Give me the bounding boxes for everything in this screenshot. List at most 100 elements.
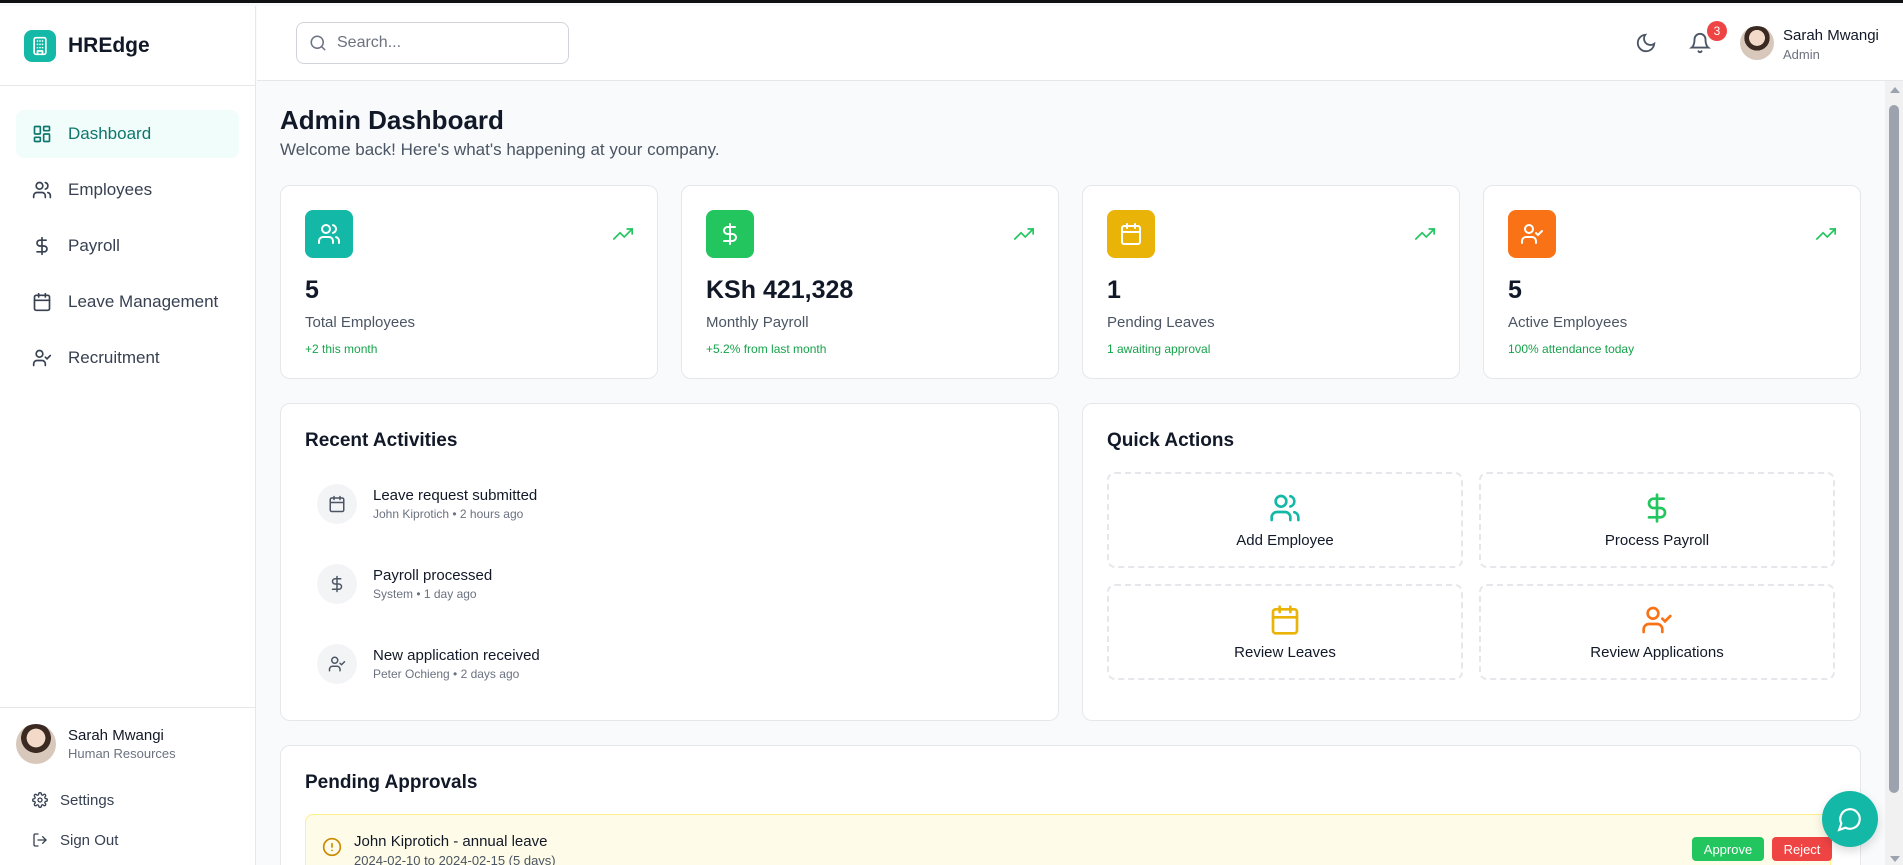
- stat-change: 100% attendance today: [1508, 342, 1635, 356]
- log-out-icon: [33, 833, 47, 847]
- dollar-icon: [36, 236, 48, 256]
- stat-value: KSh 421,328: [706, 276, 854, 304]
- sidebar-item-leave-management[interactable]: Leave Management: [16, 278, 239, 326]
- panel-title: Recent Activities: [305, 430, 458, 451]
- sidebar-item-label: Payroll: [68, 236, 120, 255]
- settings-link[interactable]: Settings: [16, 780, 239, 820]
- trending-up-icon: [1014, 228, 1034, 240]
- stat-card-active-employees: 5 Active Employees 100% attendance today: [1483, 185, 1861, 379]
- sidebar-user-name: Sarah Mwangi: [68, 727, 164, 744]
- process-payroll-button[interactable]: Process Payroll: [1479, 472, 1835, 568]
- sign-out-link[interactable]: Sign Out: [16, 820, 239, 860]
- stat-change: +5.2% from last month: [706, 342, 827, 356]
- sidebar-item-label: Recruitment: [68, 348, 160, 367]
- activity-title: New application received: [373, 647, 540, 664]
- app-name: HREdge: [68, 33, 150, 57]
- review-applications-button[interactable]: Review Applications: [1479, 584, 1835, 680]
- quick-action-label: Process Payroll: [1604, 531, 1710, 549]
- quick-action-label: Review Applications: [1590, 643, 1724, 661]
- sidebar-item-dashboard[interactable]: Dashboard: [16, 110, 239, 158]
- dollar-icon: [706, 210, 754, 258]
- stat-label: Pending Leaves: [1107, 314, 1215, 331]
- calendar-icon: [1107, 210, 1155, 258]
- search-box[interactable]: [296, 22, 569, 64]
- activity-meta: John Kiprotich • 2 hours ago: [373, 507, 524, 521]
- gear-icon: [32, 792, 48, 808]
- stat-value: 1: [1107, 276, 1121, 304]
- review-leaves-button[interactable]: Review Leaves: [1107, 584, 1463, 680]
- activity-title: Leave request submitted: [373, 487, 538, 504]
- moon-icon[interactable]: [1635, 32, 1657, 54]
- sidebar-item-label: Employees: [68, 180, 153, 199]
- approval-item: John Kiprotich - annual leave 2024-02-10…: [305, 814, 1832, 865]
- user-check-icon: [317, 644, 357, 684]
- trending-up-icon: [1816, 228, 1836, 240]
- notification-badge: 3: [1707, 21, 1727, 41]
- topbar-user-role: Admin: [1783, 47, 1820, 62]
- reject-button[interactable]: Reject: [1772, 837, 1832, 861]
- sign-out-label: Sign Out: [60, 831, 119, 849]
- activity-item[interactable]: Payroll processed System • 1 day ago: [317, 564, 492, 604]
- sidebar-item-payroll[interactable]: Payroll: [16, 222, 239, 270]
- user-check-icon: [32, 349, 52, 367]
- quick-action-label: Add Employee: [1236, 531, 1334, 549]
- users-icon: [1270, 494, 1300, 521]
- search-input[interactable]: [337, 34, 557, 52]
- quick-actions-panel: Quick Actions Add Employee Process Payro…: [1082, 403, 1861, 721]
- trending-up-icon: [1415, 228, 1435, 240]
- activity-item[interactable]: Leave request submitted John Kiprotich •…: [317, 484, 537, 524]
- stat-label: Active Employees: [1508, 314, 1628, 331]
- trending-up-icon: [613, 228, 633, 240]
- stat-change: +2 this month: [305, 342, 378, 356]
- settings-label: Settings: [60, 791, 115, 809]
- stat-card-monthly-payroll: KSh 421,328 Monthly Payroll +5.2% from l…: [681, 185, 1059, 379]
- chat-button[interactable]: [1822, 791, 1878, 847]
- stat-label: Total Employees: [305, 314, 416, 331]
- activity-meta: System • 1 day ago: [373, 587, 477, 601]
- avatar[interactable]: [1740, 26, 1774, 60]
- recent-activities-panel: Recent Activities Leave request submitte…: [280, 403, 1059, 721]
- sidebar-user[interactable]: Sarah Mwangi Human Resources: [16, 724, 239, 764]
- activity-meta: Peter Ochieng • 2 days ago: [373, 667, 520, 681]
- add-employee-button[interactable]: Add Employee: [1107, 472, 1463, 568]
- sidebar-item-label: Leave Management: [68, 292, 219, 311]
- page-title: Admin Dashboard: [280, 105, 504, 135]
- sidebar: HREdge Dashboard Employees Payroll Leave…: [0, 6, 256, 865]
- calendar-icon: [33, 292, 51, 312]
- sidebar-item-label: Dashboard: [68, 124, 152, 143]
- scroll-down-arrow-icon[interactable]: [1890, 856, 1900, 862]
- sidebar-user-role: Human Resources: [68, 746, 176, 761]
- scrollbar-thumb[interactable]: [1889, 105, 1899, 793]
- layout-dashboard-icon: [33, 125, 51, 143]
- quick-action-label: Review Leaves: [1234, 643, 1336, 661]
- calendar-icon: [1271, 604, 1299, 635]
- scrollbar[interactable]: [1885, 81, 1903, 865]
- stat-label: Monthly Payroll: [706, 314, 809, 331]
- stat-value: 5: [1508, 276, 1522, 304]
- users-icon: [305, 210, 353, 258]
- scroll-up-arrow-icon[interactable]: [1890, 87, 1900, 93]
- chat-bubble-icon: [1837, 808, 1861, 832]
- topbar: 3 Sarah Mwangi Admin: [257, 6, 1903, 81]
- user-check-icon: [1642, 606, 1672, 633]
- approval-dates: 2024-02-10 to 2024-02-15 (5 days): [354, 853, 556, 865]
- stat-card-pending-leaves: 1 Pending Leaves 1 awaiting approval: [1082, 185, 1460, 379]
- avatar: [16, 724, 56, 764]
- approval-title: John Kiprotich - annual leave: [354, 833, 548, 850]
- stat-value: 5: [305, 276, 319, 304]
- building-icon: [24, 29, 56, 62]
- stat-card-total-employees: 5 Total Employees +2 this month: [280, 185, 658, 379]
- approve-button[interactable]: Approve: [1692, 837, 1764, 861]
- user-check-icon: [1508, 210, 1556, 258]
- main-nav: Dashboard Employees Payroll Leave Manage…: [0, 86, 255, 414]
- page-subtitle: Welcome back! Here's what's happening at…: [280, 140, 720, 159]
- pending-approvals-panel: Pending Approvals John Kiprotich - annua…: [280, 745, 1861, 865]
- sidebar-item-employees[interactable]: Employees: [16, 166, 239, 214]
- activity-title: Payroll processed: [373, 567, 493, 584]
- sidebar-footer: Sarah Mwangi Human Resources Settings Si…: [0, 707, 255, 865]
- brand[interactable]: HREdge: [0, 6, 255, 86]
- activity-item[interactable]: New application received Peter Ochieng •…: [317, 644, 540, 684]
- sidebar-item-recruitment[interactable]: Recruitment: [16, 334, 239, 382]
- panel-title: Pending Approvals: [305, 772, 478, 793]
- dollar-icon: [317, 564, 357, 604]
